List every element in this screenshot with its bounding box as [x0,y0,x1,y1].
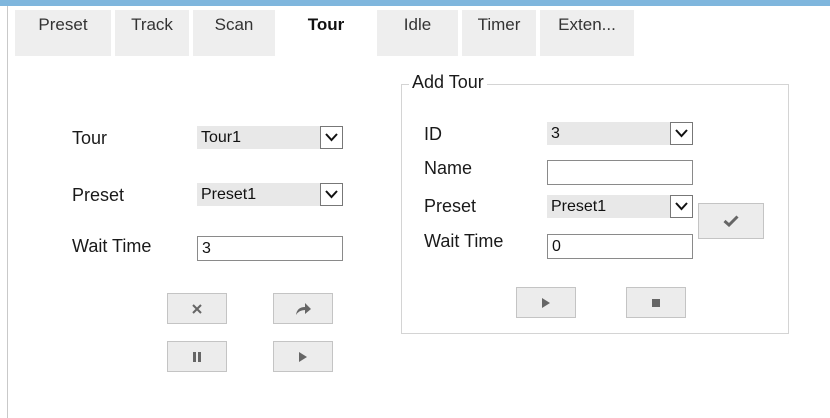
add-preset-label: Preset [424,196,477,216]
stop-icon [652,298,660,307]
play-icon [299,351,307,362]
left-border-line [7,6,8,418]
tour-select-value: Tour1 [201,129,242,146]
tab-preset[interactable]: Preset [15,10,111,56]
tour-select[interactable]: Tour1 [197,126,343,149]
chevron-down-icon[interactable] [320,126,343,149]
tab-label: Scan [214,15,254,34]
tab-bar: Preset Track Scan Tour Idle Timer Exten.… [15,10,638,56]
delete-tour-button[interactable] [167,293,227,324]
name-input[interactable] [547,160,693,185]
add-wait-time-label: Wait Time [424,231,504,251]
tab-label: Idle [403,15,432,34]
tour-label: Tour [72,128,108,148]
tab-label: Timer [477,15,521,34]
tab-idle[interactable]: Idle [377,10,458,56]
tab-label: Track [131,15,173,34]
chevron-down-icon[interactable] [670,122,693,145]
tab-label: Preset [38,15,88,34]
add-tour-stop-button[interactable] [626,287,686,318]
add-preset-select[interactable]: Preset1 [547,195,693,218]
preset-select-value: Preset1 [201,186,257,203]
preset-label: Preset [72,185,125,205]
id-select-value: 3 [551,125,560,142]
close-icon [192,303,202,314]
pause-icon [193,351,201,362]
tab-scan[interactable]: Scan [193,10,275,56]
add-wait-time-input[interactable]: 0 [547,234,693,259]
wait-time-label: Wait Time [72,236,152,256]
tab-tour[interactable]: Tour [279,10,373,56]
tab-label: Tour [307,15,345,34]
wait-time-input[interactable]: 3 [197,236,343,261]
check-icon [723,215,739,227]
add-preset-select-value: Preset1 [551,198,607,215]
wait-time-value: 3 [202,240,211,257]
tab-track[interactable]: Track [115,10,189,56]
chevron-down-icon[interactable] [320,183,343,206]
preset-select[interactable]: Preset1 [197,183,343,206]
tab-timer[interactable]: Timer [462,10,536,56]
confirm-add-button[interactable] [698,203,764,239]
id-label: ID [424,124,442,144]
pause-tour-button[interactable] [167,341,227,372]
play-icon [542,297,550,308]
arrow-right-icon [296,302,311,315]
name-label: Name [424,158,473,178]
play-tour-button[interactable] [273,341,333,372]
chevron-down-icon[interactable] [670,195,693,218]
add-tour-legend: Add Tour [409,72,487,93]
add-wait-time-value: 0 [552,238,561,255]
id-select[interactable]: 3 [547,122,693,145]
add-tour-play-button[interactable] [516,287,576,318]
forward-button[interactable] [273,293,333,324]
tab-extension[interactable]: Exten... [540,10,634,56]
tab-label: Exten... [558,15,616,34]
